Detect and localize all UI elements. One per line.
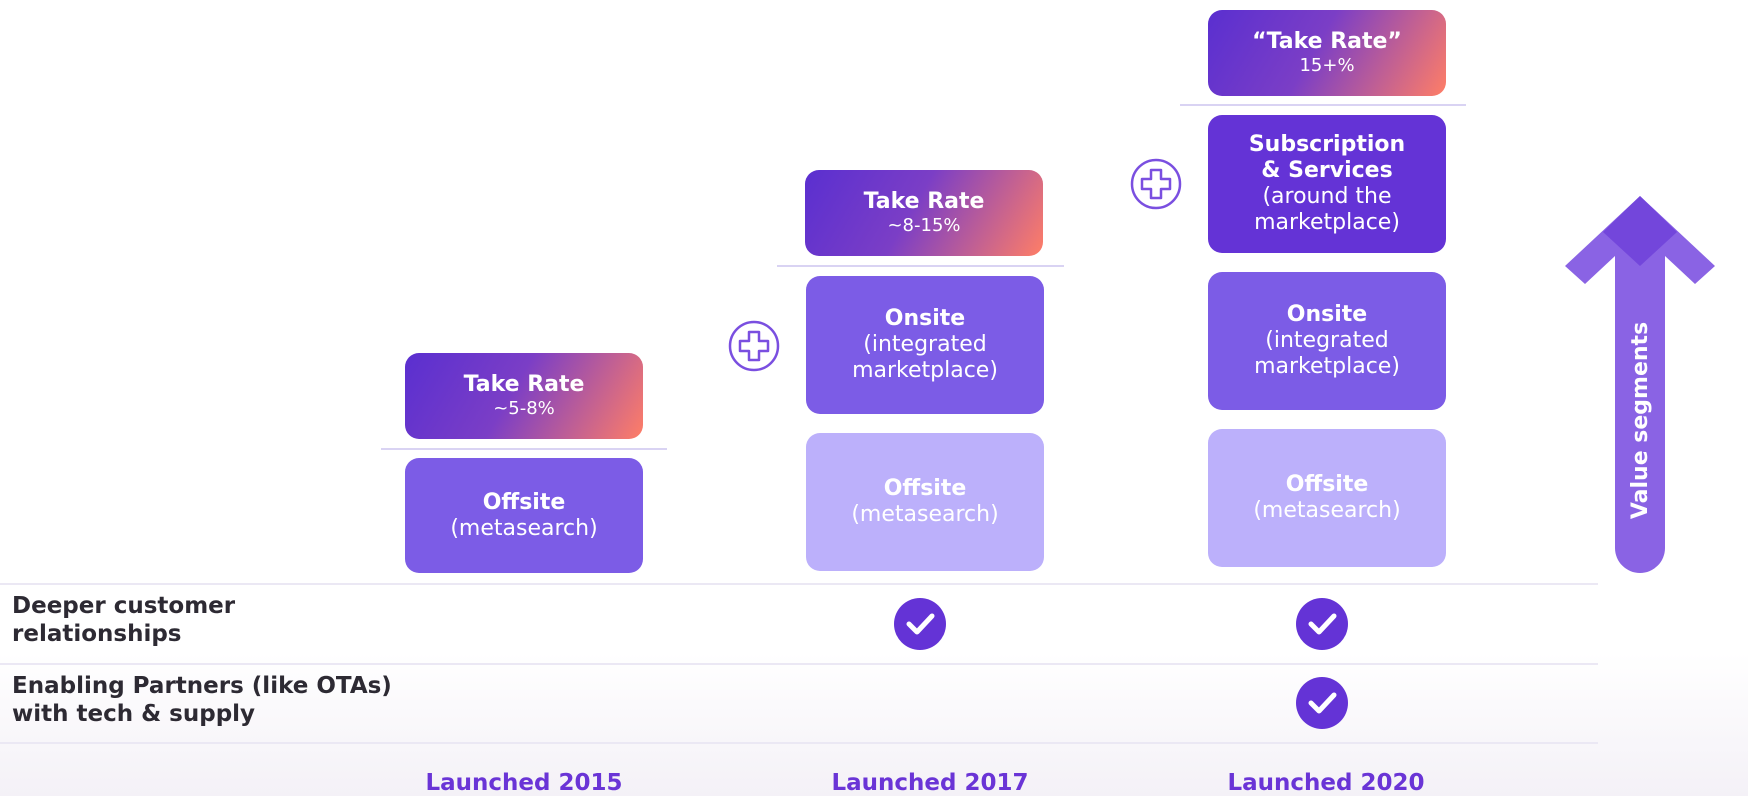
take-rate-title: “Take Rate” [1252,29,1402,54]
subscription-title-line1: Subscription [1248,132,1406,157]
onsite-title: Onsite [884,306,966,331]
checkmark-icon [1296,677,1348,729]
row-label-line2: with tech & supply [12,701,256,727]
plus-icon [1130,158,1182,210]
divider [0,583,1598,585]
row-label-line2: relationships [12,621,182,647]
take-rate-value: 15+% [1299,55,1355,76]
onsite-title: Onsite [1286,302,1368,327]
subscription-sub-line1: (around the [1262,184,1392,209]
onsite-sub-line2: marketplace) [1254,354,1400,379]
launched-2017-label: Launched 2017 [831,770,1029,796]
onsite-box-2017: Onsite (integrated marketplace) [806,276,1044,414]
offsite-title: Offsite [482,489,566,515]
offsite-sub: (metasearch) [1253,498,1401,523]
subscription-title-line2: & Services [1261,158,1393,183]
take-rate-value: ~8-15% [887,215,961,236]
launched-2020-label: Launched 2020 [1227,770,1425,796]
onsite-sub-line1: (integrated [863,332,987,357]
offsite-sub: (metasearch) [450,515,598,541]
onsite-sub-line2: marketplace) [852,358,998,383]
row-label-enabling-partners: Enabling Partners (like OTAs) with tech … [12,672,392,728]
offsite-box-2017: Offsite (metasearch) [806,433,1044,571]
checkmark-icon [894,598,946,650]
take-rate-box-2015: Take Rate ~5-8% [405,353,643,439]
row-label-line1: Deeper customer [12,593,236,619]
divider [0,742,1598,744]
row-label-line1: Enabling Partners (like OTAs) [12,673,392,699]
arrow-label: Value segments [1601,300,1681,540]
divider [0,663,1598,665]
offsite-title: Offsite [1285,472,1369,497]
onsite-box-2020: Onsite (integrated marketplace) [1208,272,1446,410]
separator-line [777,265,1064,267]
offsite-sub: (metasearch) [851,502,999,527]
plus-icon [728,320,780,372]
row-label-deeper-customer: Deeper customer relationships [12,592,235,648]
subscription-box-2020: Subscription & Services (around the mark… [1208,115,1446,253]
offsite-box-2015: Offsite (metasearch) [405,458,643,573]
take-rate-value: ~5-8% [493,398,555,419]
launched-2015-label: Launched 2015 [425,770,623,796]
take-rate-box-2020: “Take Rate” 15+% [1208,10,1446,96]
onsite-sub-line1: (integrated [1265,328,1389,353]
value-segments-label: Value segments [1628,321,1654,519]
offsite-box-2020: Offsite (metasearch) [1208,429,1446,567]
checkmark-icon [1296,598,1348,650]
offsite-title: Offsite [883,476,967,501]
separator-line [381,448,667,450]
take-rate-title: Take Rate [463,372,585,397]
separator-line [1180,104,1466,106]
subscription-sub-line2: marketplace) [1254,210,1400,235]
take-rate-title: Take Rate [863,189,985,214]
take-rate-box-2017: Take Rate ~8-15% [805,170,1043,256]
